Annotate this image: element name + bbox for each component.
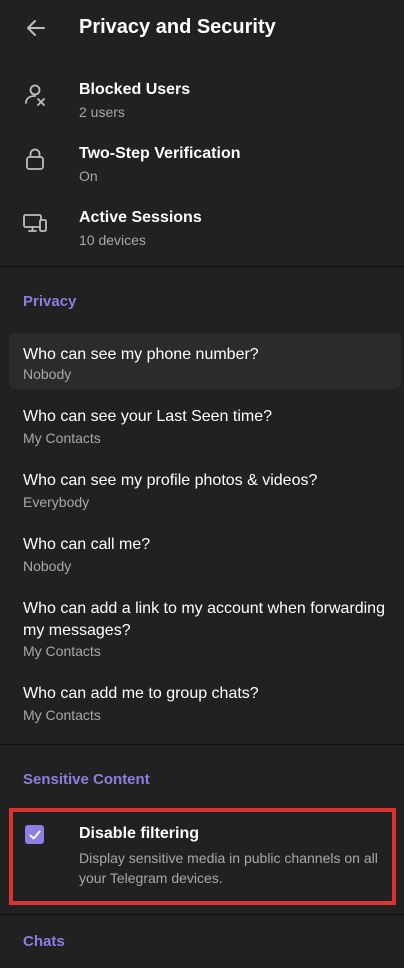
privacy-item-calls[interactable]: Who can call me? Nobody	[9, 525, 401, 581]
devices-icon	[23, 214, 47, 232]
back-button[interactable]	[22, 14, 50, 42]
privacy-item-profile-photos[interactable]: Who can see my profile photos & videos? …	[9, 461, 401, 517]
blocked-users-count: 2 users	[79, 104, 125, 120]
blocked-users-item[interactable]: Blocked Users 2 users	[0, 68, 404, 132]
privacy-item-phone-number[interactable]: Who can see my phone number? Nobody	[9, 333, 401, 389]
back-arrow-icon	[27, 20, 45, 36]
chats-section-header: Chats	[23, 933, 65, 950]
privacy-item-group-chats[interactable]: Who can add me to group chats? My Contac…	[9, 674, 401, 730]
privacy-item-value: My Contacts	[23, 430, 101, 446]
privacy-item-title: Who can add me to group chats?	[23, 685, 259, 702]
active-sessions-item[interactable]: Active Sessions 10 devices	[0, 196, 404, 260]
section-divider	[0, 266, 404, 267]
privacy-item-value: Everybody	[23, 494, 90, 510]
privacy-item-value: Nobody	[23, 366, 72, 382]
page-title: Privacy and Security	[79, 16, 276, 38]
disable-filtering-checkbox[interactable]	[25, 825, 44, 844]
privacy-item-last-seen[interactable]: Who can see your Last Seen time? My Cont…	[9, 397, 401, 453]
privacy-item-forwarding[interactable]: Who can add a link to my account when fo…	[9, 589, 401, 665]
two-step-title: Two-Step Verification	[79, 145, 241, 162]
disable-filtering-description: Display sensitive media in public channe…	[79, 850, 378, 886]
privacy-item-title-line1: Who can add a link to my account when fo…	[23, 600, 385, 617]
privacy-item-value: My Contacts	[23, 707, 101, 723]
privacy-item-title: Who can call me?	[23, 536, 151, 553]
privacy-item-value: Nobody	[23, 558, 72, 574]
privacy-item-title: Who can see my phone number?	[23, 346, 259, 363]
blocked-user-icon	[25, 84, 45, 106]
lock-icon	[26, 148, 44, 170]
blocked-users-title: Blocked Users	[79, 81, 191, 98]
privacy-section-header: Privacy	[23, 293, 77, 310]
checkmark-icon	[29, 830, 40, 839]
sensitive-content-section-header: Sensitive Content	[23, 771, 150, 788]
privacy-item-title: Who can see your Last Seen time?	[23, 408, 273, 425]
privacy-item-title-line2: my messages?	[23, 622, 131, 639]
active-sessions-count: 10 devices	[79, 232, 146, 248]
header-bar: Privacy and Security	[0, 0, 404, 56]
disable-filtering-title[interactable]: Disable filtering	[79, 823, 199, 844]
privacy-item-value: My Contacts	[23, 643, 101, 659]
two-step-status: On	[79, 168, 98, 184]
active-sessions-title: Active Sessions	[79, 209, 202, 226]
section-divider	[0, 914, 404, 915]
section-divider	[0, 744, 404, 745]
privacy-item-title: Who can see my profile photos & videos?	[23, 472, 318, 489]
two-step-verification-item[interactable]: Two-Step Verification On	[0, 132, 404, 196]
